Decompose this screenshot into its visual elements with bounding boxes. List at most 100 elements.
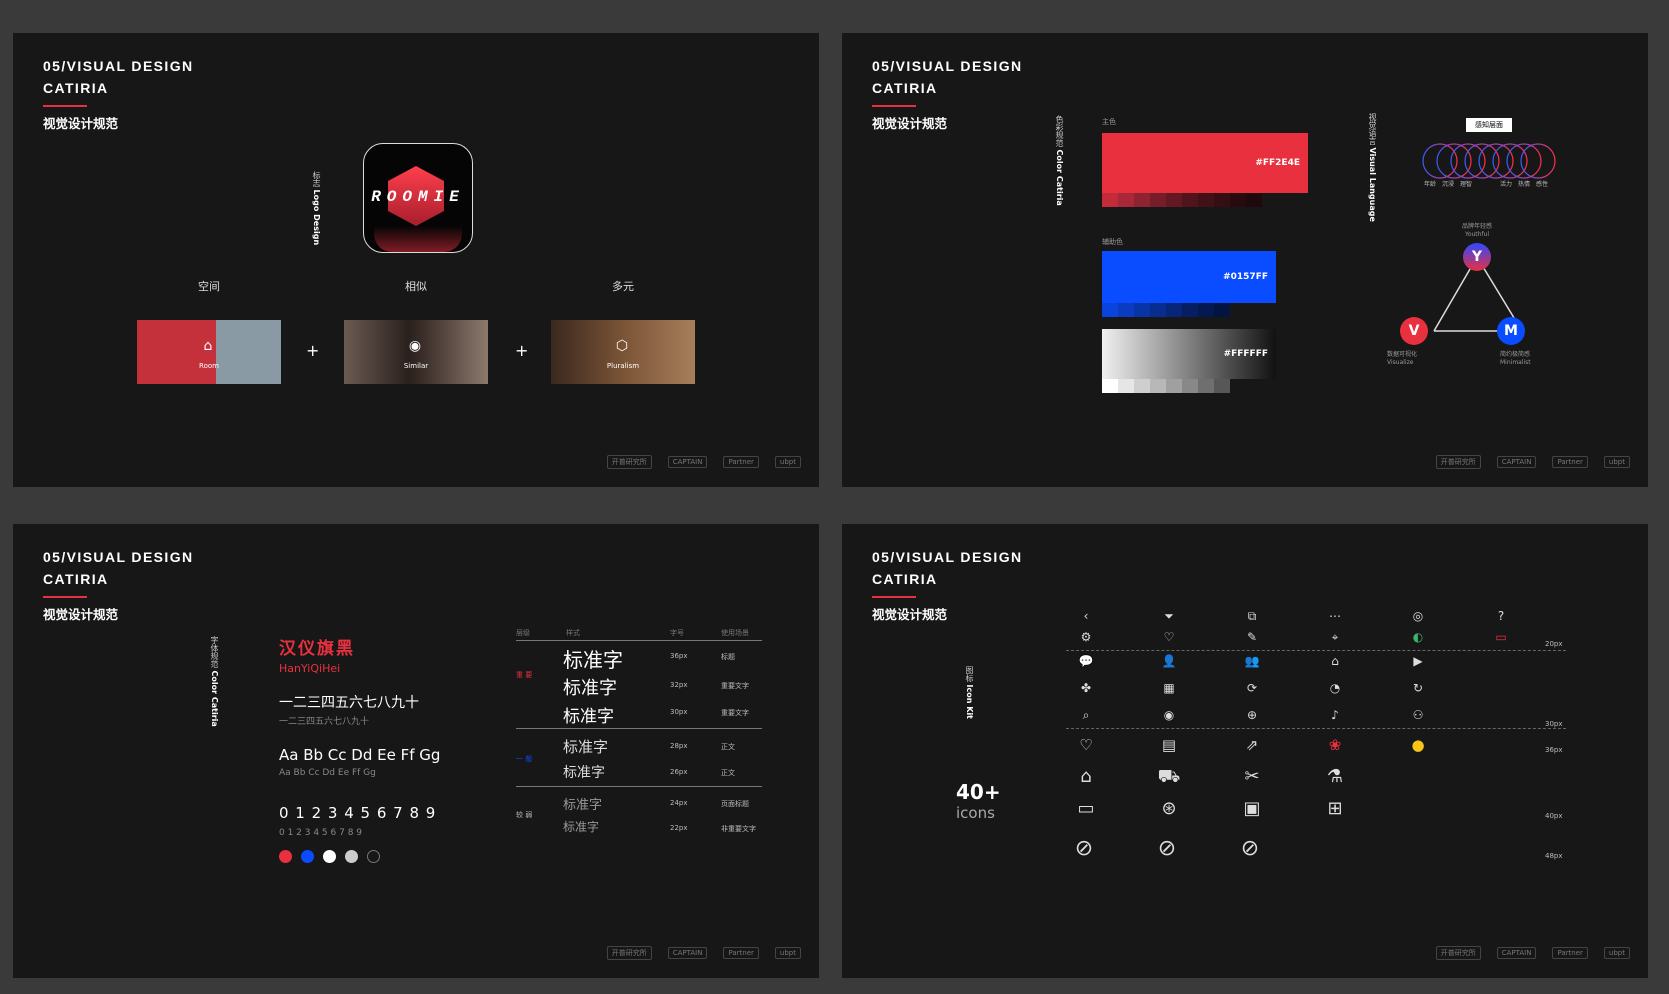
photo-room: ⌂ Room: [137, 320, 281, 384]
size-20: 20px: [1545, 640, 1563, 648]
grid-icon: ⊞: [1327, 798, 1343, 819]
right-label: 简约极简感 Minimalist: [1500, 351, 1531, 366]
slide-icon-kit: 05/VISUAL DESIGN CATIRIA 视觉设计规范 图标 Icon …: [842, 524, 1648, 978]
more-icon: ⋯: [1329, 609, 1341, 623]
slide-header: 05/VISUAL DESIGN CATIRIA 视觉设计规范: [872, 549, 1023, 622]
icon-count: 40+: [956, 780, 1001, 804]
icon-count-label: icons: [956, 804, 995, 822]
card-icon: ▭: [1077, 798, 1095, 819]
font-name-cn: 汉仪旗黑: [279, 639, 355, 659]
level-normal: 一 般: [516, 755, 533, 763]
lock-circle-icon: ⊛: [1161, 798, 1177, 819]
logo-wordmark: ROOMIE: [371, 188, 465, 206]
size-36: 36px: [1545, 746, 1563, 754]
gray-tones: [1102, 379, 1230, 393]
person-icon: ⚇: [1412, 708, 1424, 722]
eye-icon: ◉: [408, 338, 422, 354]
coin-icon: ●: [1411, 736, 1425, 754]
slide-header: 05/VISUAL DESIGN CATIRIA 视觉设计规范: [43, 55, 194, 132]
video-icon: ▶: [1413, 654, 1423, 668]
slide-color-catiria: 05/VISUAL DESIGN CATIRIA 视觉设计规范 色彩规范 Col…: [842, 33, 1648, 487]
app-logo: ROOMIE: [363, 143, 473, 253]
caption-plural: 多元: [612, 280, 634, 293]
clean-icon: ⚗: [1326, 766, 1344, 787]
search-icon: ⌕: [1082, 708, 1090, 722]
settings-icon: ⚙: [1080, 630, 1092, 644]
vertical-label: 标志 Logo Design: [312, 171, 321, 246]
gamepad-icon: ✤: [1080, 681, 1092, 695]
slide-header: 05/VISUAL DESIGN CATIRIA 视觉设计规范: [43, 549, 194, 622]
home-icon: ⌂: [1331, 654, 1339, 668]
colors-icon: ❀: [1328, 736, 1342, 754]
footer-logos: 开普研究所 CAPTAIN Partner ubpt: [606, 946, 801, 960]
header-line2: CATIRIA: [43, 80, 109, 96]
no-smoking-icon: ⊘: [1157, 836, 1177, 861]
location-icon: ⌖: [1331, 630, 1339, 644]
header-cn: 视觉设计规范: [43, 116, 119, 131]
vertical-label: 字体规范 Color Catiria: [210, 636, 219, 727]
plus-sign: +: [306, 341, 320, 360]
house-outline-icon: ⌂: [203, 338, 213, 354]
num-sample-small: 0 1 2 3 4 5 6 7 8 9: [279, 828, 363, 838]
caption-similar: 相似: [405, 280, 427, 293]
footer-logos: 开普研究所 CAPTAIN Partner ubpt: [1435, 946, 1630, 960]
green-dot-icon: ◐: [1412, 630, 1424, 644]
swatch-red: #FF2E4E: [1102, 133, 1308, 193]
swatch-white: #FFFFFF: [1102, 329, 1276, 379]
heart-small-icon: ♡: [1163, 630, 1175, 644]
num-sample-big: 0 1 2 3 4 5 6 7 8 9: [279, 804, 437, 822]
swatch-blue: #0157FF: [1102, 251, 1276, 303]
header-rule: [43, 105, 87, 107]
size-30: 30px: [1545, 720, 1563, 728]
user-icon: 👤: [1161, 654, 1177, 668]
cube-icon: ⬡: [615, 338, 629, 354]
aux-color-label: 辅助色: [1102, 238, 1123, 246]
no-pet-icon: ⊘: [1074, 836, 1094, 861]
user-edit-icon: 👥: [1244, 654, 1260, 668]
header-line1: 05/VISUAL DESIGN: [43, 58, 194, 74]
level-weak: 较 弱: [516, 811, 533, 819]
caption-space: 空间: [198, 280, 220, 293]
calendar-icon: ▦: [1163, 681, 1175, 695]
latin-sample-small: Aa Bb Cc Dd Ee Ff Gg: [279, 768, 376, 778]
no-alcohol-icon: ⊘: [1240, 836, 1260, 861]
font-name-en: HanYiQiHei: [279, 662, 341, 675]
washer-icon: ▣: [1243, 798, 1261, 819]
latin-sample-big: Aa Bb Cc Dd Ee Ff Gg: [279, 746, 441, 764]
vertical-label: 色彩规范 Color Catiria: [1055, 115, 1064, 206]
plus-sign: +: [515, 341, 529, 360]
footer-logos: 开普研究所 CAPTAIN Partner ubpt: [1435, 455, 1630, 469]
bell-icon: ♪: [1331, 708, 1339, 722]
ring-right-labels: 活力 热情 感性: [1500, 181, 1549, 188]
house-large-icon: ⌂: [1080, 766, 1092, 787]
circle-m: M: [1497, 317, 1525, 345]
eye-icon: ◉: [1163, 708, 1175, 722]
vertical-label: 图标 Icon Kit: [965, 666, 974, 720]
heart-icon: ♡: [1079, 736, 1093, 754]
size-48: 48px: [1545, 852, 1563, 860]
speed-icon: ◔: [1329, 681, 1341, 695]
color-dots: [279, 850, 380, 863]
help-icon: ?: [1497, 609, 1505, 623]
chevron-left-icon: ‹: [1083, 609, 1089, 623]
blue-tones: [1102, 303, 1230, 317]
slide-logo-design: 05/VISUAL DESIGN CATIRIA 视觉设计规范 标志 Logo …: [13, 33, 819, 487]
copy-icon: ⧉: [1247, 609, 1257, 623]
slide-typography: 05/VISUAL DESIGN CATIRIA 视觉设计规范 字体规范 Col…: [13, 524, 819, 978]
target-icon: ◎: [1412, 609, 1424, 623]
tools-icon: ✂: [1244, 766, 1260, 787]
perception-tag: 感知层面: [1466, 118, 1512, 132]
chat-icon: 💬: [1078, 654, 1094, 668]
refresh-circle-icon: ⟳: [1246, 681, 1258, 695]
level-important: 重 要: [516, 671, 533, 679]
size-40: 40px: [1545, 812, 1563, 820]
ring-left-labels: 年龄 沉浸 理智: [1424, 181, 1473, 188]
red-tones: [1102, 193, 1262, 207]
photo-similar: ◉ Similar: [344, 320, 488, 384]
circle-y: Y: [1463, 243, 1491, 271]
cn-sample-small: 一二三四五六七八九十: [279, 717, 370, 727]
top-label: 品牌年轻感 Youthful: [1461, 223, 1492, 238]
share-icon: ⇗: [1245, 736, 1259, 754]
photo-pluralism: ⬡ Pluralism: [551, 320, 695, 384]
truck-icon: ⛟: [1157, 766, 1181, 787]
